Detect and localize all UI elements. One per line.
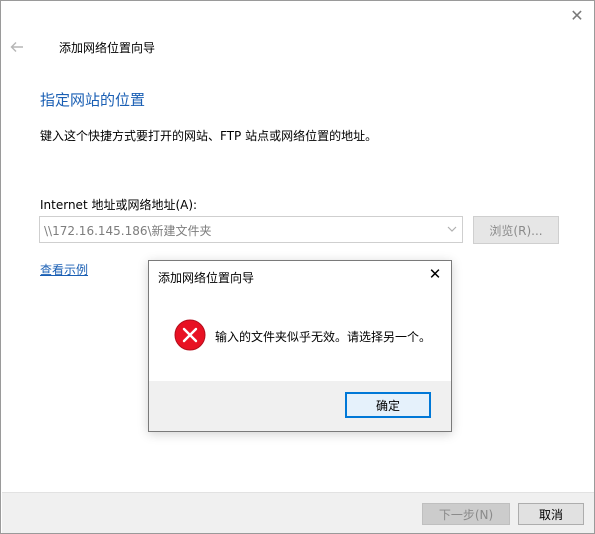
close-icon: ✕ [570, 6, 584, 25]
address-field-label: Internet 地址或网络地址(A): [40, 198, 198, 212]
wizard-title: 添加网络位置向导 [59, 41, 156, 55]
dialog-message: 输入的文件夹似乎无效。请选择另一个。 [215, 330, 432, 344]
ok-button[interactable]: 确定 [345, 392, 431, 418]
view-example-link[interactable]: 查看示例 [40, 261, 88, 278]
browse-button[interactable]: 浏览(R)... [473, 216, 559, 244]
dialog-close-button[interactable]: ✕ [427, 266, 443, 282]
dialog-footer: 确定 [149, 381, 451, 431]
close-icon: ✕ [428, 264, 442, 283]
dialog-title: 添加网络位置向导 [158, 271, 255, 285]
error-icon [174, 319, 206, 351]
instruction-text: 键入这个快捷方式要打开的网站、FTP 站点或网络位置的地址。 [40, 129, 378, 143]
address-combobox[interactable]: \\172.16.145.186\新建文件夹 [39, 216, 463, 243]
back-arrow-icon[interactable] [9, 39, 25, 55]
page-heading: 指定网站的位置 [40, 91, 146, 109]
error-dialog: 添加网络位置向导 ✕ 输入的文件夹似乎无效。请选择另一个。 确定 [148, 260, 452, 432]
window-close-button[interactable]: ✕ [566, 5, 588, 27]
address-input[interactable]: \\172.16.145.186\新建文件夹 [44, 222, 212, 239]
chevron-down-icon[interactable] [446, 223, 458, 235]
cancel-button[interactable]: 取消 [518, 503, 584, 525]
next-button[interactable]: 下一步(N) [422, 503, 510, 525]
wizard-footer: 下一步(N) 取消 [2, 492, 594, 533]
